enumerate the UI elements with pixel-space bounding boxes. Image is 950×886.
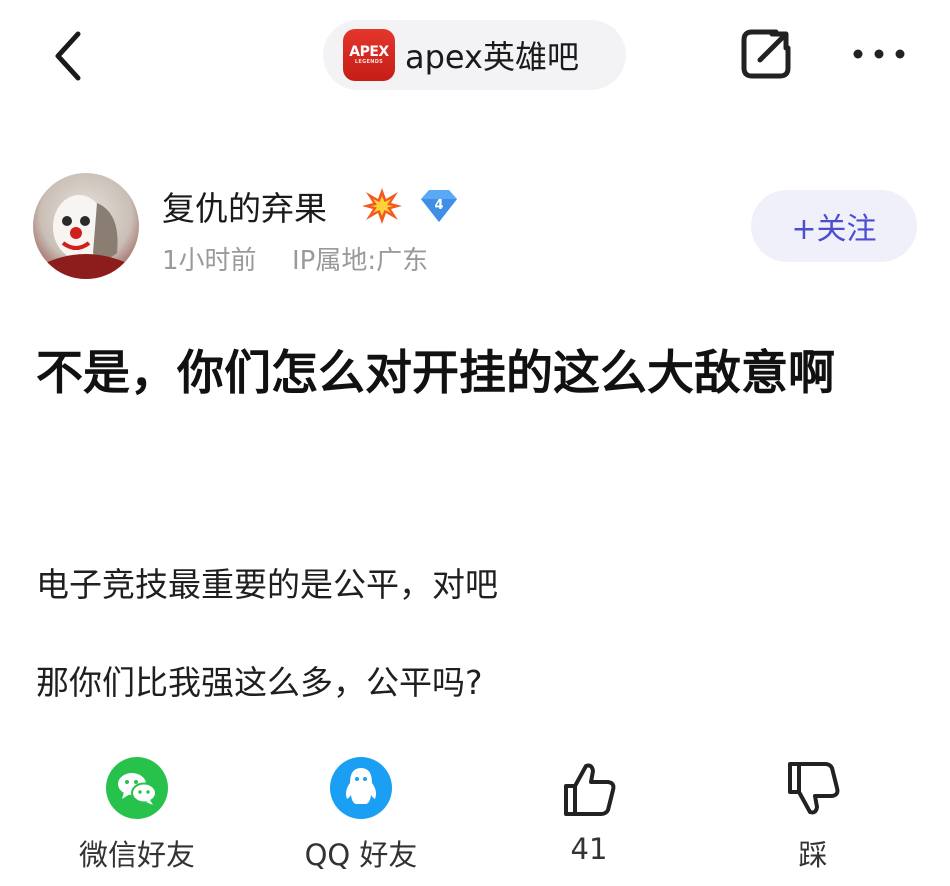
back-arrow-icon[interactable] bbox=[48, 28, 88, 84]
post-title: 不是，你们怎么对开挂的这么大敌意啊 bbox=[36, 346, 835, 401]
level-number: 4 bbox=[434, 198, 443, 213]
author-name[interactable]: 复仇的弃果 bbox=[162, 182, 327, 230]
share-icon[interactable] bbox=[736, 24, 796, 84]
qq-penguin-icon bbox=[346, 768, 376, 804]
avatar[interactable] bbox=[33, 173, 139, 279]
more-options-icon[interactable] bbox=[848, 34, 910, 74]
post-time: 1小时前 bbox=[162, 246, 257, 276]
explosion-emoji-icon bbox=[362, 188, 402, 224]
apex-logo-icon: APEX LEGENDS bbox=[343, 29, 395, 81]
thumbs-up-icon[interactable] bbox=[558, 758, 620, 820]
apex-logo-subtext: LEGENDS bbox=[354, 58, 384, 65]
thumbs-down-icon[interactable] bbox=[782, 758, 844, 820]
clown-avatar-icon bbox=[41, 195, 131, 279]
wechat-share-button[interactable] bbox=[106, 757, 168, 819]
forum-header-pill[interactable]: APEX LEGENDS apex英雄吧 bbox=[323, 20, 626, 90]
post-paragraph: 那你们比我强这么多，公平吗? bbox=[36, 663, 483, 702]
forum-name: apex英雄吧 bbox=[405, 38, 579, 76]
dislike-label[interactable]: 踩 bbox=[772, 832, 854, 874]
qq-share-button[interactable] bbox=[330, 757, 392, 819]
like-count: 41 bbox=[570, 832, 608, 866]
level-diamond-badge-icon: 4 bbox=[421, 190, 457, 222]
ip-location: IP属地:广东 bbox=[292, 246, 429, 276]
qq-share-label[interactable]: QQ 好友 bbox=[290, 832, 432, 874]
wechat-icon bbox=[118, 773, 157, 805]
wechat-share-label[interactable]: 微信好友 bbox=[60, 832, 214, 874]
apex-logo-text: APEX bbox=[349, 43, 389, 60]
follow-button[interactable]: +关注 bbox=[751, 190, 917, 262]
post-paragraph: 电子竞技最重要的是公平，对吧 bbox=[36, 565, 498, 604]
